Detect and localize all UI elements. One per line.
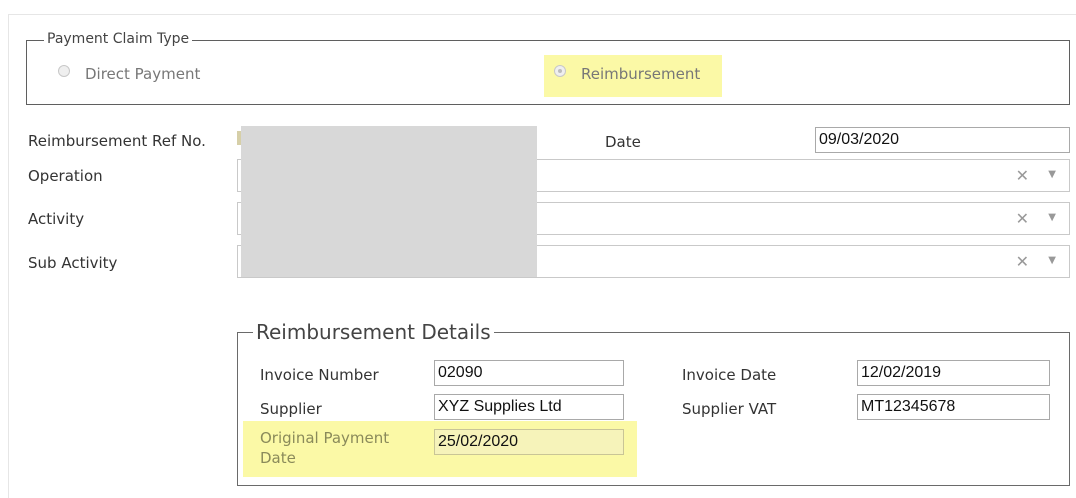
sub-activity-chevron-down-icon[interactable]: ▼ xyxy=(1048,255,1056,266)
original-payment-date-input[interactable]: 25/02/2020 xyxy=(434,429,624,455)
sub-activity-clear-icon[interactable]: ✕ xyxy=(1016,252,1029,271)
invoice-date-input[interactable]: 12/02/2019 xyxy=(857,360,1050,386)
invoice-number-label: Invoice Number xyxy=(260,366,379,384)
direct-payment-radio[interactable] xyxy=(58,65,70,77)
redacted-area xyxy=(241,126,537,277)
activity-chevron-down-icon[interactable]: ▼ xyxy=(1048,212,1056,223)
invoice-number-input[interactable]: 02090 xyxy=(434,360,624,386)
reimbursement-ref-label: Reimbursement Ref No. xyxy=(28,132,206,150)
operation-label: Operation xyxy=(28,167,103,185)
direct-payment-label[interactable]: Direct Payment xyxy=(85,65,200,83)
activity-clear-icon[interactable]: ✕ xyxy=(1016,209,1029,228)
supplier-label: Supplier xyxy=(260,400,322,418)
supplier-input[interactable]: XYZ Supplies Ltd xyxy=(434,394,624,420)
payment-claim-type-legend: Payment Claim Type xyxy=(44,31,193,47)
activity-label: Activity xyxy=(28,210,85,228)
reimbursement-radio[interactable] xyxy=(554,65,566,77)
supplier-vat-label: Supplier VAT xyxy=(682,400,777,418)
date-input[interactable]: 09/03/2020 xyxy=(815,127,1070,153)
invoice-date-label: Invoice Date xyxy=(682,366,777,384)
original-payment-date-label: Original Payment Date xyxy=(260,429,390,467)
supplier-vat-input[interactable]: MT12345678 xyxy=(857,394,1050,420)
reimbursement-label[interactable]: Reimbursement xyxy=(581,65,700,83)
operation-chevron-down-icon[interactable]: ▼ xyxy=(1048,169,1056,180)
reimbursement-details-legend: Reimbursement Details xyxy=(253,320,494,344)
operation-clear-icon[interactable]: ✕ xyxy=(1016,166,1029,185)
panel-top-border xyxy=(8,14,1076,15)
date-label: Date xyxy=(605,133,641,151)
panel-left-border xyxy=(8,14,9,498)
sub-activity-label: Sub Activity xyxy=(28,254,118,272)
